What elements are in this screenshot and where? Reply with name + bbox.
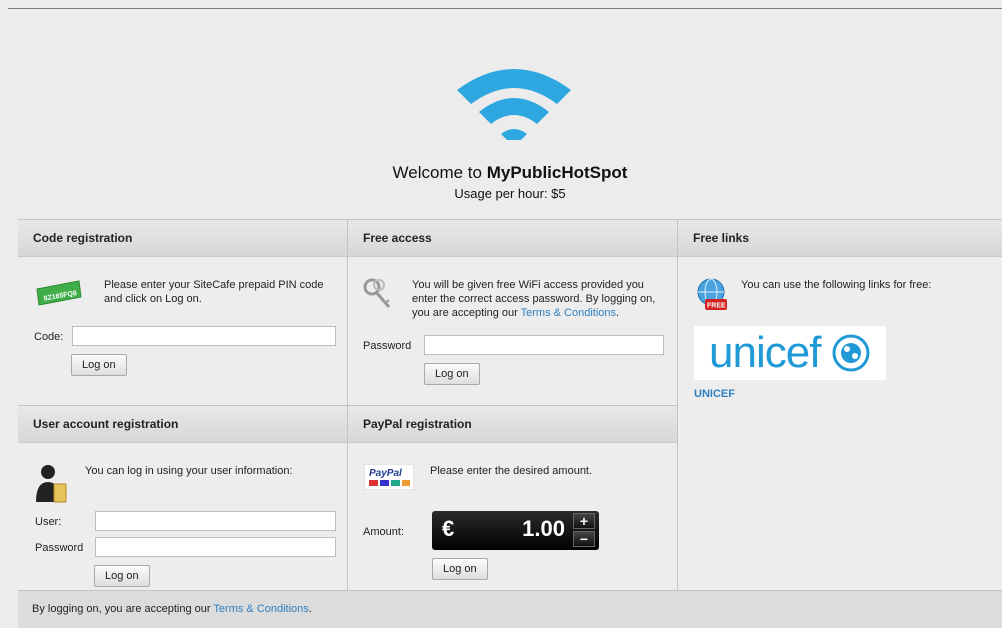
paypal-icon: PayPal bbox=[364, 464, 414, 490]
increment-button[interactable]: + bbox=[573, 513, 595, 529]
user-password-input[interactable] bbox=[95, 537, 336, 557]
wifi-icon bbox=[457, 69, 571, 140]
welcome-title: Welcome to MyPublicHotSpot bbox=[0, 163, 1002, 183]
access-password-input[interactable] bbox=[424, 335, 664, 355]
amount-value: 1.00 bbox=[522, 516, 565, 541]
welcome-prefix: Welcome to bbox=[392, 163, 487, 182]
password-label: Password bbox=[35, 542, 84, 554]
user-description: You can log in using your user informati… bbox=[85, 465, 293, 477]
description-suffix: . bbox=[616, 307, 620, 319]
amount-label: Amount: bbox=[363, 526, 404, 538]
unicef-link[interactable]: UNICEF bbox=[694, 388, 735, 400]
header bbox=[0, 60, 1002, 140]
unicef-emblem-icon bbox=[832, 334, 870, 372]
free-links-description: You can use the following links for free… bbox=[741, 279, 932, 291]
top-divider bbox=[8, 8, 1002, 9]
paypal-panel: PayPal registration PayPal Please enter … bbox=[348, 405, 678, 590]
paypal-logon-button[interactable]: Log on bbox=[432, 558, 488, 580]
user-logon-button[interactable]: Log on bbox=[94, 565, 150, 587]
free-globe-icon: FREE bbox=[697, 278, 727, 310]
footer-text: By logging on, you are accepting our bbox=[32, 603, 214, 615]
user-account-panel: User account registration You can log in… bbox=[18, 405, 348, 590]
footer-terms-link[interactable]: Terms & Conditions bbox=[213, 603, 308, 615]
currency-symbol: € bbox=[442, 516, 455, 541]
usage-rate: Usage per hour: $5 bbox=[454, 186, 566, 201]
user-label: User: bbox=[35, 516, 62, 528]
paypal-text: PayPal bbox=[369, 468, 402, 479]
decrement-button[interactable]: − bbox=[573, 531, 595, 547]
free-links-panel: Free links FREE You can use the followin… bbox=[678, 219, 1002, 590]
panel-title: Free access bbox=[348, 219, 677, 257]
footer: By logging on, you are accepting our Ter… bbox=[18, 590, 1002, 628]
free-access-panel: Free access You will be given free WiFi … bbox=[348, 219, 678, 405]
code-input[interactable] bbox=[72, 326, 336, 346]
paypal-description: Please enter the desired amount. bbox=[430, 465, 593, 477]
panel-title: Free links bbox=[678, 219, 1002, 257]
unicef-logo[interactable]: unicef bbox=[694, 326, 886, 380]
terms-link[interactable]: Terms & Conditions bbox=[521, 307, 616, 319]
free-access-description: You will be given free WiFi access provi… bbox=[412, 278, 662, 320]
panel-title: PayPal registration bbox=[348, 405, 677, 443]
code-label: Code: bbox=[34, 331, 64, 343]
user-input[interactable] bbox=[95, 511, 336, 531]
amount-stepper[interactable]: € 1.00 + − bbox=[432, 511, 599, 550]
panel-title: User account registration bbox=[18, 405, 347, 443]
footer-suffix: . bbox=[308, 603, 312, 615]
code-logon-button[interactable]: Log on bbox=[71, 354, 127, 376]
panel-title: Code registration bbox=[18, 219, 347, 257]
code-registration-panel: Code registration 8Z165FQ8 Please enter … bbox=[18, 219, 348, 405]
unicef-logo-text: unicef bbox=[709, 328, 821, 377]
user-icon bbox=[36, 465, 67, 503]
brand-name: MyPublicHotSpot bbox=[486, 163, 628, 182]
free-badge: FREE bbox=[707, 303, 726, 310]
code-description: Please enter your SiteCafe prepaid PIN c… bbox=[104, 279, 324, 305]
pin-ticket-icon: 8Z165FQ8 bbox=[36, 280, 82, 306]
free-access-logon-button[interactable]: Log on bbox=[424, 363, 480, 385]
password-label: Password bbox=[363, 340, 412, 352]
keys-icon bbox=[363, 278, 391, 308]
